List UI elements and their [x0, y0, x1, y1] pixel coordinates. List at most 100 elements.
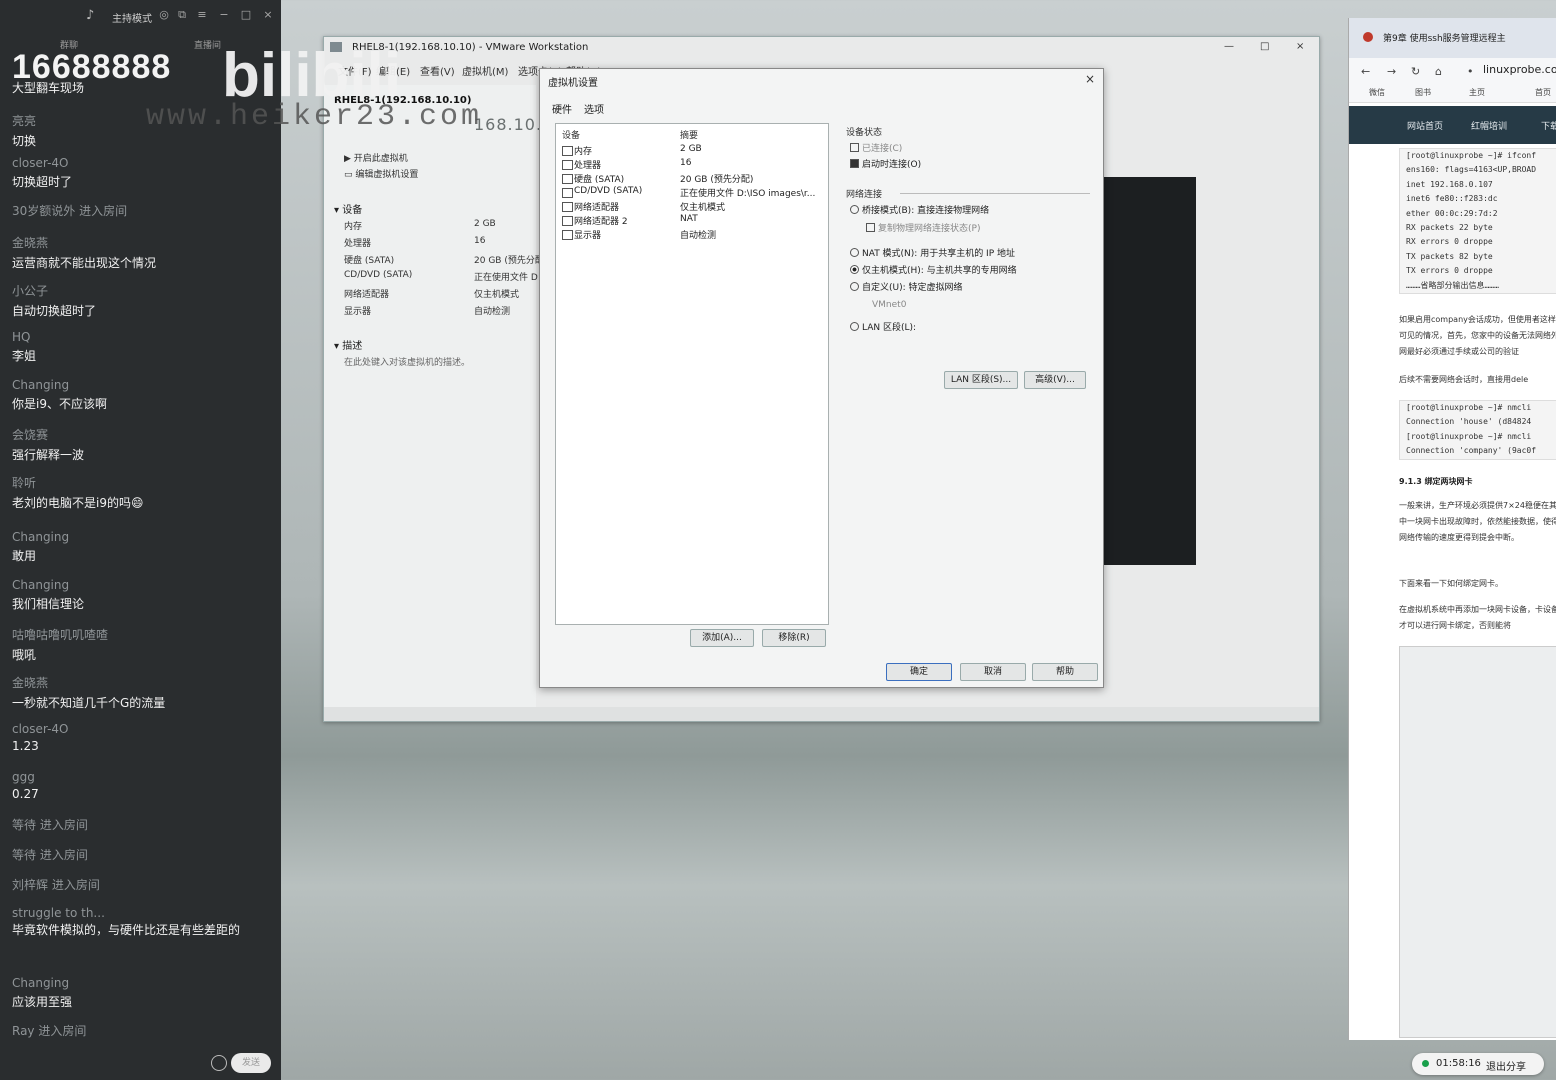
lan-segments-button[interactable]: LAN 区段(S)...: [944, 371, 1018, 389]
menu-icon[interactable]: ≡: [196, 9, 208, 21]
bookmark-wechat[interactable]: 微信: [1369, 87, 1385, 98]
sender-name[interactable]: Changing: [12, 578, 274, 592]
status-bar: [324, 707, 1319, 721]
vm-summary-panel: RHEL8-1(192.168.10.10) 168.10.10 ▶ 开启此虚拟…: [324, 85, 563, 715]
bookmark-books[interactable]: 图书: [1415, 87, 1431, 98]
add-hardware-button[interactable]: 添加(A)...: [690, 629, 754, 647]
hardware-row[interactable]: 内存 2 GB: [558, 144, 824, 158]
code-line: ens160: flags=4163<UP,BROAD: [1406, 165, 1537, 175]
connected-checkbox[interactable]: 已连接(C): [850, 141, 902, 154]
sender-name[interactable]: closer-4O: [12, 722, 274, 736]
lan-segment-radio[interactable]: LAN 区段(L):: [850, 320, 916, 333]
sender-name[interactable]: ggg: [12, 770, 274, 784]
reload-icon[interactable]: ↻: [1411, 65, 1420, 78]
forward-icon[interactable]: →: [1387, 65, 1396, 78]
device-row[interactable]: CD/DVD (SATA) 正在使用文件 D: [344, 270, 544, 283]
nat-radio[interactable]: NAT 模式(N): 用于共享主机的 IP 地址: [850, 246, 1015, 259]
tab-live-room[interactable]: 直播间: [194, 38, 221, 51]
settings-icon[interactable]: ◎: [158, 9, 170, 21]
stop-share-button[interactable]: 退出分享: [1486, 1058, 1526, 1073]
back-icon[interactable]: ←: [1361, 65, 1370, 78]
popout-icon[interactable]: ⧉: [176, 9, 188, 21]
restore-icon[interactable]: □: [240, 9, 252, 21]
nav-home[interactable]: 网站首页: [1407, 119, 1443, 132]
nav-training[interactable]: 红帽培训: [1471, 119, 1507, 132]
device-row[interactable]: 显示器 自动检测: [344, 304, 544, 317]
hardware-summary: 仅主机模式: [680, 203, 726, 213]
device-row[interactable]: 内存 2 GB: [344, 219, 544, 232]
help-button[interactable]: 帮助: [1032, 663, 1098, 681]
remove-hardware-button[interactable]: 移除(R): [762, 629, 826, 647]
address-bar: ← → ↻ ⌂ • linuxprobe.com: [1349, 58, 1556, 84]
emoji-icon[interactable]: [211, 1055, 227, 1071]
browser-tab[interactable]: 第9章 使用ssh服务管理远程主: [1349, 18, 1556, 58]
hardware-row[interactable]: 显示器 自动检测: [558, 228, 824, 242]
tab-options[interactable]: 选项: [584, 101, 604, 116]
vm-console-preview[interactable]: [1104, 177, 1196, 565]
host-only-radio[interactable]: 仅主机模式(H): 与主机共享的专用网络: [850, 263, 1017, 276]
devices-section[interactable]: ▾ 设备: [334, 201, 362, 216]
device-row[interactable]: 网络适配器 仅主机模式: [344, 287, 544, 300]
hardware-row[interactable]: 网络适配器 2 NAT: [558, 214, 824, 228]
url-field[interactable]: linuxprobe.com: [1483, 63, 1556, 76]
power-on-link[interactable]: ▶ 开启此虚拟机: [344, 151, 408, 164]
hardware-summary: 正在使用文件 D:\ISO images\r...: [680, 189, 816, 199]
sender-name[interactable]: Changing: [12, 378, 274, 392]
hardware-row[interactable]: 硬盘 (SATA) 20 GB (预先分配): [558, 172, 824, 186]
sender-name[interactable]: 金晓燕: [12, 234, 274, 251]
edit-settings-link[interactable]: ▭ 编辑虚拟机设置: [344, 167, 418, 180]
menu-vm[interactable]: 虚拟机(M): [462, 63, 508, 78]
description-section[interactable]: ▾ 描述: [334, 337, 362, 352]
hardware-summary: 16: [680, 158, 692, 168]
device-row[interactable]: 硬盘 (SATA) 20 GB (预先分配): [344, 253, 547, 266]
device-row[interactable]: 处理器 16: [344, 236, 544, 249]
sender-name[interactable]: 金晓燕: [12, 674, 274, 691]
sender-name[interactable]: Changing: [12, 976, 274, 990]
close-icon[interactable]: ×: [1296, 41, 1304, 52]
message-text: 哦吼: [12, 648, 37, 662]
tab-hardware[interactable]: 硬件: [552, 101, 572, 116]
paragraph-bonding: 一般来讲，生产环境必须提供7×24稳便在其中一块网卡出现故障时，依然能接数据，使…: [1399, 501, 1556, 542]
hardware-row[interactable]: CD/DVD (SATA) 正在使用文件 D:\ISO images\r...: [558, 186, 824, 200]
sender-name[interactable]: 小公子: [12, 282, 274, 299]
minimize-icon[interactable]: —: [1224, 41, 1234, 52]
vmnet-select[interactable]: VMnet0: [872, 300, 906, 310]
recording-icon: [1422, 1060, 1429, 1067]
sender-name[interactable]: 会饶赛: [12, 426, 274, 443]
sender-name[interactable]: 聆听: [12, 474, 274, 491]
description-placeholder[interactable]: 在此处键入对该虚拟机的描述。: [344, 355, 470, 368]
site-favicon-icon: [1363, 32, 1373, 42]
bridged-label: 桥接模式(B): 直接连接物理网络: [862, 206, 990, 216]
sender-name[interactable]: 咕噜咕噜叽叽喳喳: [12, 626, 274, 643]
hardware-row[interactable]: 处理器 16: [558, 158, 824, 172]
sender-name[interactable]: HQ: [12, 330, 274, 344]
code-line: ………省略部分输出信息………: [1406, 280, 1499, 290]
room-number-watermark: 16688888: [12, 48, 172, 86]
message-text: 运营商就不能出现这个情况: [12, 256, 157, 270]
advanced-button[interactable]: 高级(V)...: [1024, 371, 1086, 389]
custom-radio[interactable]: 自定义(U): 特定虚拟网络: [850, 280, 963, 293]
maximize-icon[interactable]: □: [1260, 41, 1269, 52]
minimize-icon[interactable]: −: [218, 9, 230, 21]
close-icon[interactable]: ×: [1085, 72, 1095, 86]
bridged-radio[interactable]: 桥接模式(B): 直接连接物理网络: [850, 203, 989, 216]
bookmark-index[interactable]: 首页: [1535, 87, 1551, 98]
devices-header: 设备: [342, 205, 363, 216]
nav-download[interactable]: 下载: [1541, 119, 1556, 132]
ok-button[interactable]: 确定: [886, 663, 952, 681]
enter-text: 刘梓辉 进入房间: [12, 878, 100, 892]
replicate-checkbox[interactable]: 复制物理网络连接状态(P): [866, 221, 980, 234]
code-line: RX packets 22 byte: [1406, 222, 1493, 232]
sender-name[interactable]: closer-4O: [12, 156, 274, 170]
sender-name[interactable]: struggle to th...: [12, 906, 274, 920]
connect-at-power-on-checkbox[interactable]: 启动时连接(O): [850, 157, 921, 170]
hardware-row[interactable]: 网络适配器 仅主机模式: [558, 200, 824, 214]
bookmark-home[interactable]: 主页: [1469, 87, 1485, 98]
send-button[interactable]: 发送: [231, 1053, 271, 1073]
cancel-button[interactable]: 取消: [960, 663, 1026, 681]
sender-name[interactable]: Changing: [12, 530, 274, 544]
menu-view[interactable]: 查看(V): [420, 63, 455, 78]
article-screenshot-image: [1399, 646, 1556, 1038]
close-icon[interactable]: ×: [262, 9, 274, 21]
home-icon[interactable]: ⌂: [1435, 65, 1442, 78]
